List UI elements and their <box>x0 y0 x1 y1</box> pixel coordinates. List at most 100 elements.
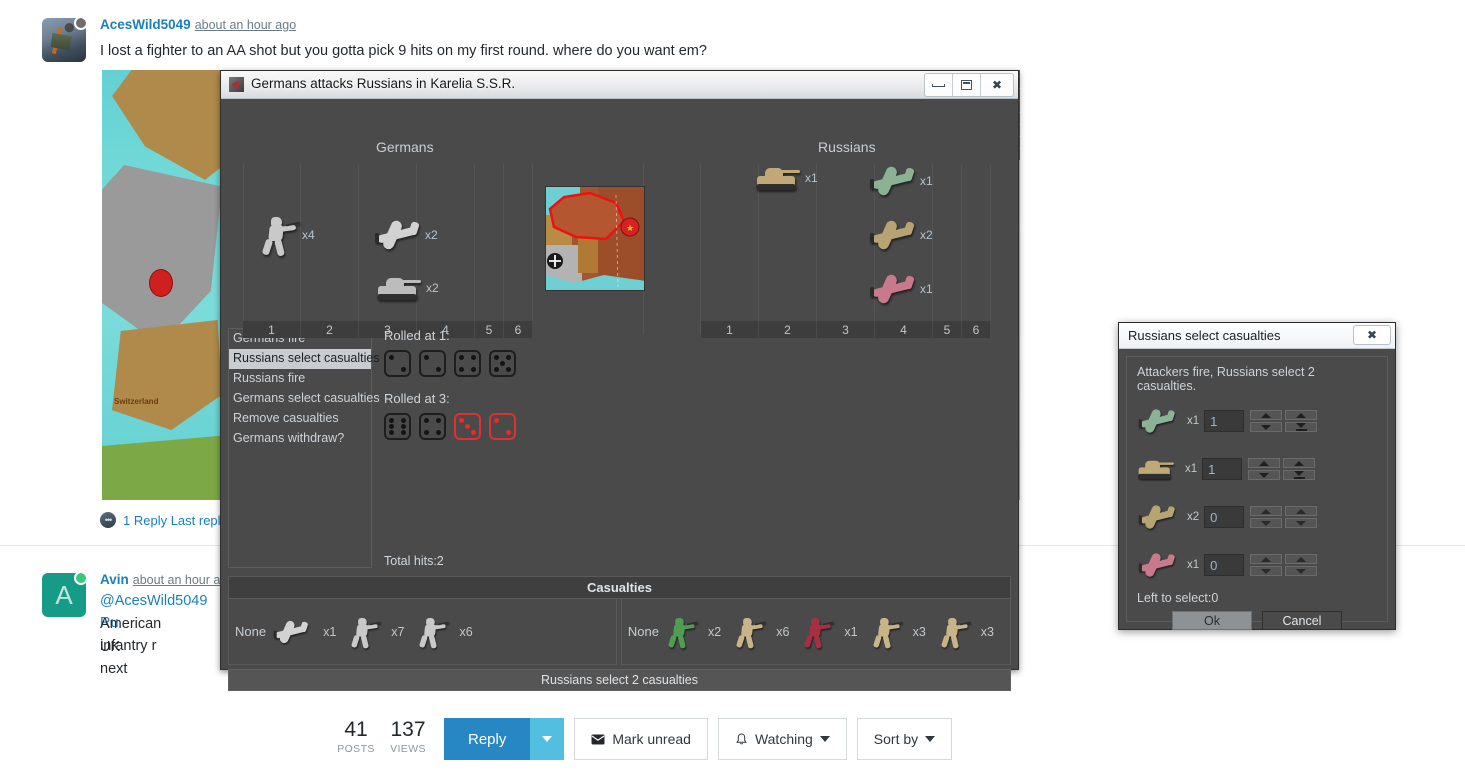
casualties-none-label: None <box>627 624 659 639</box>
casualties-none-label: None <box>235 624 267 639</box>
casualty-count-input[interactable]: 1 <box>1202 458 1243 480</box>
dialog-titlebar[interactable]: Russians select casualties ✖ <box>1119 323 1395 349</box>
territory-minimap: ★ <box>545 186 645 291</box>
casualty-count-input[interactable]: 1 <box>1204 410 1245 432</box>
decrement-button[interactable] <box>1250 518 1283 528</box>
close-icon: ✖ <box>991 78 1003 92</box>
caret-up-icon <box>1261 412 1272 418</box>
reply-button[interactable]: Reply <box>444 718 531 760</box>
step-remove-casualties[interactable]: Remove casualties <box>229 409 371 429</box>
side-label-germans: Germans <box>376 139 434 155</box>
increment-button[interactable] <box>1250 554 1283 564</box>
casualties-header: Casualties <box>228 576 1011 599</box>
step-germans-withdraw[interactable]: Germans withdraw? <box>229 429 371 449</box>
step-russians-fire[interactable]: Russians fire <box>229 369 371 389</box>
spinner-group <box>1250 506 1318 528</box>
battle-lower-panel: Germans fire Russians select casualties … <box>228 328 1011 568</box>
min-button[interactable] <box>1285 422 1318 432</box>
casualty-unit-infantry-red[interactable]: x1 <box>801 611 858 653</box>
casualty-count-input[interactable]: 0 <box>1204 554 1245 576</box>
die-pip <box>459 355 465 361</box>
dialog-close-button[interactable]: ✖ <box>1353 325 1391 345</box>
die-pip <box>389 423 395 429</box>
casualty-count-input[interactable]: 0 <box>1204 506 1245 528</box>
casualty-unit-infantry-tan-1[interactable]: x6 <box>733 611 789 653</box>
cancel-button[interactable]: Cancel <box>1262 611 1342 630</box>
increment-button[interactable] <box>1250 410 1283 420</box>
decrement-button[interactable] <box>1250 422 1283 432</box>
german-unit-plane[interactable]: x2 <box>373 218 438 252</box>
caret-down-icon <box>1261 424 1272 430</box>
spinner-step <box>1248 458 1281 480</box>
casualty-unit-infantry-tan-3[interactable]: x3 <box>938 611 994 653</box>
unit-count: x1 <box>844 624 858 639</box>
german-unit-infantry[interactable]: x4 <box>258 214 315 257</box>
ok-button[interactable]: Ok <box>1172 611 1252 630</box>
reply-dropdown-button[interactable] <box>530 718 565 760</box>
unit-count: x7 <box>391 624 405 639</box>
views-count: 137 <box>390 718 426 741</box>
mark-unread-button[interactable]: Mark unread <box>574 718 708 760</box>
casualty-unit-plane[interactable]: x1 <box>272 615 336 649</box>
die-pip <box>459 418 465 424</box>
unit-count: x1 <box>920 174 933 188</box>
step-russians-select-casualties[interactable]: Russians select casualties <box>229 349 380 369</box>
watching-button[interactable]: Watching <box>717 718 847 760</box>
caret-up-bar-icon <box>1296 556 1307 562</box>
side-label-russians: Russians <box>818 139 876 155</box>
maximize-button[interactable] <box>953 74 981 96</box>
spinner-group <box>1250 410 1318 432</box>
dialog-message: Attackers fire, Russians select 2 casual… <box>1137 365 1315 393</box>
decrement-button[interactable] <box>1248 470 1281 480</box>
increment-button[interactable] <box>1250 506 1283 516</box>
casualty-unit-infantry-tan-2[interactable]: x3 <box>870 611 926 653</box>
die-pip <box>505 355 511 361</box>
post-author[interactable]: Avin <box>100 572 129 587</box>
max-button[interactable] <box>1285 554 1318 564</box>
mark-unread-label: Mark unread <box>612 731 691 747</box>
caret-down-bar-icon <box>1296 520 1307 526</box>
min-button[interactable] <box>1285 566 1318 576</box>
die-pip <box>435 418 441 424</box>
spinner-max <box>1283 458 1316 480</box>
infantry-icon <box>348 615 382 649</box>
avatar[interactable]: A <box>42 573 86 617</box>
unit-count: x2 <box>425 228 438 242</box>
spinner-step <box>1250 554 1283 576</box>
max-button[interactable] <box>1283 458 1316 468</box>
min-button[interactable] <box>1283 470 1316 480</box>
sort-by-button[interactable]: Sort by <box>856 718 953 760</box>
casualty-unit-infantry-b[interactable]: x6 <box>416 611 473 653</box>
plane-icon <box>868 164 916 198</box>
spinner-max <box>1285 554 1318 576</box>
post-timestamp[interactable]: about an hour ago <box>195 18 296 32</box>
die-pip <box>470 429 476 435</box>
max-button[interactable] <box>1285 410 1318 420</box>
close-button[interactable]: ✖ <box>981 74 1013 96</box>
unit-count: x3 <box>980 624 994 639</box>
post-author[interactable]: AcesWild5049 <box>100 17 191 32</box>
russian-unit-plane-green[interactable]: x1 <box>868 164 933 198</box>
minimize-button[interactable] <box>925 74 953 96</box>
casualty-unit-infantry-a[interactable]: x7 <box>348 611 404 653</box>
die-pip <box>400 366 406 372</box>
avatar[interactable] <box>42 18 86 62</box>
max-button[interactable] <box>1285 506 1318 516</box>
views-label: VIEWS <box>390 743 426 755</box>
die-pip <box>435 429 441 435</box>
russian-unit-plane-tan[interactable]: x2 <box>868 218 933 252</box>
step-germans-select-casualties[interactable]: Germans select casualties <box>229 389 380 409</box>
min-button[interactable] <box>1285 518 1318 528</box>
battle-window-titlebar[interactable]: Germans attacks Russians in Karelia S.S.… <box>221 71 1018 99</box>
decrement-button[interactable] <box>1250 566 1283 576</box>
die-pip <box>389 429 395 435</box>
russian-unit-plane-red[interactable]: x1 <box>868 272 933 306</box>
battle-status-bar: Russians select 2 casualties <box>228 669 1011 691</box>
infantry-icon <box>665 615 698 649</box>
unit-count: x2 <box>426 281 439 295</box>
infantry-icon <box>801 615 835 649</box>
german-unit-tank[interactable]: x2 <box>376 274 439 302</box>
increment-button[interactable] <box>1248 458 1281 468</box>
casualty-unit-infantry-green[interactable]: x2 <box>665 611 721 653</box>
russian-unit-tank[interactable]: x1 <box>755 164 818 192</box>
